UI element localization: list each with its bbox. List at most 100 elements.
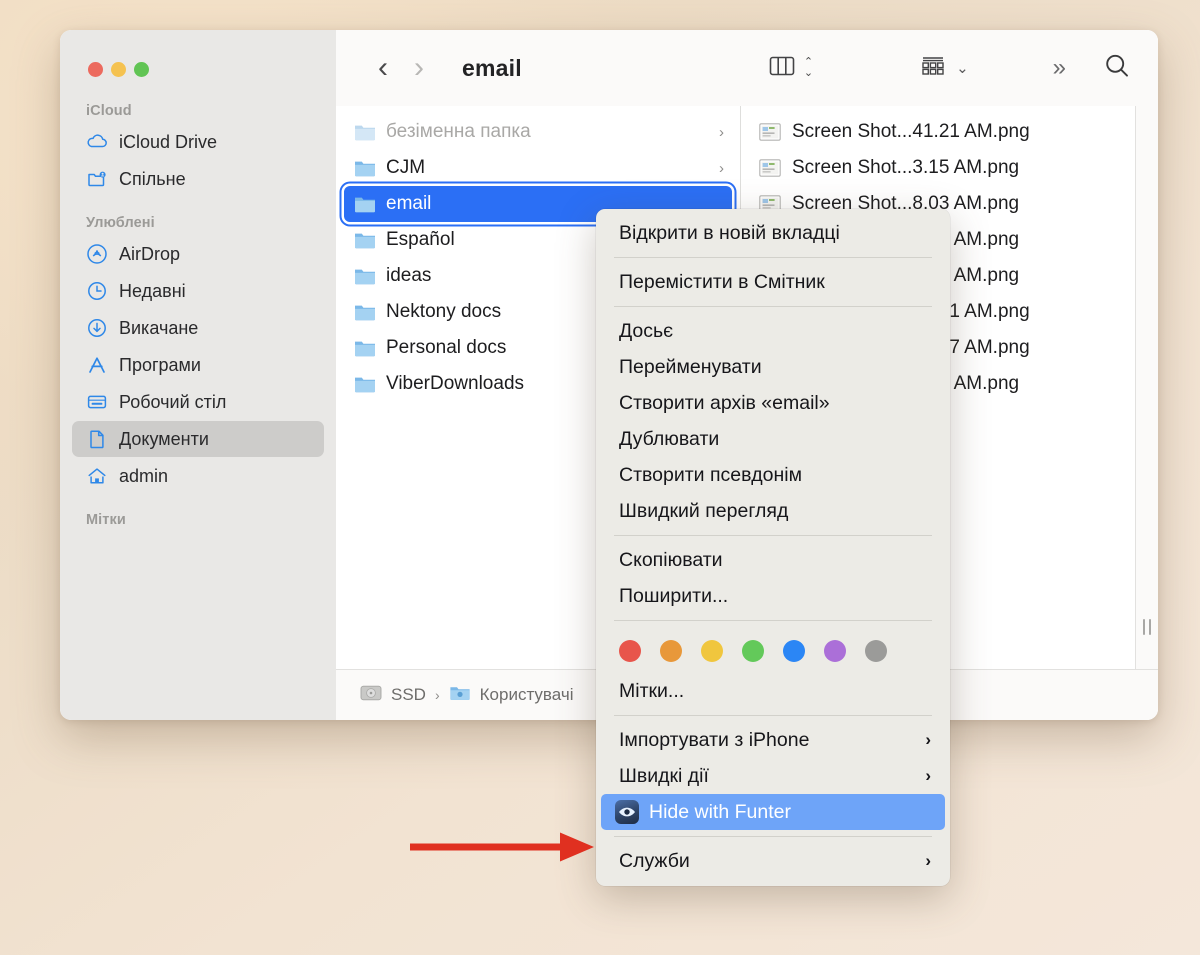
folder-disclosure-arrow: › — [719, 123, 724, 141]
sidebar-item-airdrop[interactable]: AirDrop — [72, 236, 324, 272]
tag-color-dot[interactable] — [783, 640, 805, 662]
chevrons-right-icon: » — [1052, 54, 1066, 81]
menu-item[interactable]: Поширити... — [601, 578, 945, 614]
sidebar-item-admin[interactable]: admin — [72, 458, 324, 494]
document-icon — [86, 428, 108, 450]
folder-row[interactable]: безіменна папка › — [344, 114, 732, 150]
menu-item[interactable]: Скопіювати — [601, 542, 945, 578]
group-by-button[interactable]: ⌄ — [917, 53, 969, 84]
menu-item-label: Hide with Funter — [649, 800, 791, 823]
menu-item[interactable]: Швидкий перегляд — [601, 493, 945, 529]
tag-color-dot[interactable] — [660, 640, 682, 662]
breadcrumb-separator: › — [434, 687, 440, 703]
users-folder-icon — [449, 684, 471, 707]
column-resize-handle[interactable] — [1135, 106, 1158, 669]
folder-row[interactable]: CJM › — [344, 150, 732, 186]
minimize-button[interactable] — [111, 62, 126, 77]
folder-icon — [354, 195, 376, 214]
menu-item[interactable]: Дублювати — [601, 421, 945, 457]
close-button[interactable] — [88, 62, 103, 77]
menu-item[interactable]: Досьє — [601, 313, 945, 349]
menu-separator — [614, 306, 932, 307]
zoom-button[interactable] — [134, 62, 149, 77]
sidebar-item-documents[interactable]: Документи — [72, 421, 324, 457]
menu-item[interactable]: Відкрити в новій вкладці — [601, 215, 945, 251]
tag-color-dot[interactable] — [824, 640, 846, 662]
menu-item[interactable]: Швидкі дії › — [601, 758, 945, 794]
menu-item[interactable]: Перемістити в Смітник — [601, 264, 945, 300]
menu-item[interactable]: Створити архів «email» — [601, 385, 945, 421]
folder-icon — [354, 375, 376, 394]
view-mode-button[interactable]: ⌃ ⌄ — [767, 53, 813, 84]
sidebar-item-label: Недавні — [119, 280, 186, 301]
menu-separator — [614, 620, 932, 621]
stepper-down-icon: ⌄ — [803, 67, 814, 79]
menu-item[interactable]: Створити псевдонім — [601, 457, 945, 493]
menu-item[interactable]: Перейменувати — [601, 349, 945, 385]
breadcrumb-ssd[interactable]: SSD — [360, 684, 426, 707]
view-stepper[interactable]: ⌃ ⌄ — [803, 57, 814, 79]
menu-separator — [614, 836, 932, 837]
sidebar-item-desktop[interactable]: Робочий стіл — [72, 384, 324, 420]
airdrop-icon — [86, 243, 108, 265]
home-icon — [86, 465, 108, 487]
file-name: Screen Shot...41.21 AM.png — [792, 121, 1030, 142]
funter-eye-icon — [615, 800, 639, 824]
shared-folder-icon — [86, 168, 108, 190]
hard-drive-icon — [360, 684, 382, 707]
tag-color-dot[interactable] — [701, 640, 723, 662]
sidebar-item-recents[interactable]: Недавні — [72, 273, 324, 309]
menu-separator — [614, 257, 932, 258]
menu-item[interactable]: Мітки... — [601, 673, 945, 709]
context-menu[interactable]: Відкрити в новій вкладці Перемістити в См… — [596, 209, 950, 886]
menu-item-label: Імпортувати з iPhone — [619, 728, 810, 751]
png-preview-icon — [759, 159, 781, 177]
sidebar-item-label: AirDrop — [119, 243, 181, 264]
sidebar-item-downloads[interactable]: Викачане — [72, 310, 324, 346]
folder-icon — [354, 123, 376, 142]
sidebar-item-label: Програми — [119, 354, 201, 375]
search-button[interactable] — [1102, 51, 1132, 86]
toolbar: ‹ › email ⌃ ⌄ ⌄ » — [336, 30, 1158, 106]
download-icon — [86, 317, 108, 339]
sidebar-item-icloud-drive[interactable]: iCloud Drive — [72, 124, 324, 160]
breadcrumb-users[interactable]: Користувачі — [449, 684, 573, 707]
forward-button[interactable]: › — [414, 53, 424, 83]
submenu-arrow-icon: › — [925, 766, 931, 785]
tag-color-dot[interactable] — [865, 640, 887, 662]
sidebar-item-shared[interactable]: Спільне — [72, 161, 324, 197]
group-by-icon — [917, 53, 949, 84]
search-icon — [1102, 51, 1132, 86]
menu-item-label: Мітки... — [619, 679, 685, 702]
sidebar-section-tags: Мітки — [60, 512, 336, 532]
tag-color-dot[interactable] — [742, 640, 764, 662]
chevron-down-icon: ⌄ — [956, 60, 969, 77]
sidebar-item-applications[interactable]: Програми — [72, 347, 324, 383]
more-toolbar-button[interactable]: » — [1053, 54, 1066, 82]
menu-item-label: Перемістити в Смітник — [619, 270, 825, 293]
menu-item-label: Відкрити в новій вкладці — [619, 221, 840, 244]
folder-icon — [354, 159, 376, 178]
menu-item[interactable]: Імпортувати з iPhone › — [601, 722, 945, 758]
menu-item-label: Створити архів «email» — [619, 391, 830, 414]
sidebar-item-label: Викачане — [119, 317, 199, 338]
tag-color-dot[interactable] — [619, 640, 641, 662]
grip-icon — [1143, 619, 1151, 635]
menu-item-label: Служби — [619, 849, 690, 872]
menu-item-label: Перейменувати — [619, 355, 762, 378]
menu-item-label: Дублювати — [619, 427, 720, 450]
sidebar-section-title: iCloud — [86, 103, 132, 119]
column-view-icon — [767, 53, 797, 84]
menu-item-label: Досьє — [619, 319, 674, 342]
menu-item[interactable]: Служби › — [601, 843, 945, 879]
folder-icon — [354, 231, 376, 250]
folder-name: безіменна папка — [386, 121, 531, 142]
page-title: email — [462, 54, 522, 81]
desktop-icon — [86, 391, 108, 413]
menu-item-hide-with-funter[interactable]: Hide with Funter — [601, 794, 945, 830]
menu-item-label: Швидкий перегляд — [619, 499, 789, 522]
file-row[interactable]: Screen Shot...3.15 AM.png — [749, 150, 1150, 186]
file-row[interactable]: Screen Shot...41.21 AM.png — [749, 114, 1150, 150]
back-button[interactable]: ‹ — [378, 53, 388, 83]
menu-item-label: Створити псевдонім — [619, 463, 803, 486]
